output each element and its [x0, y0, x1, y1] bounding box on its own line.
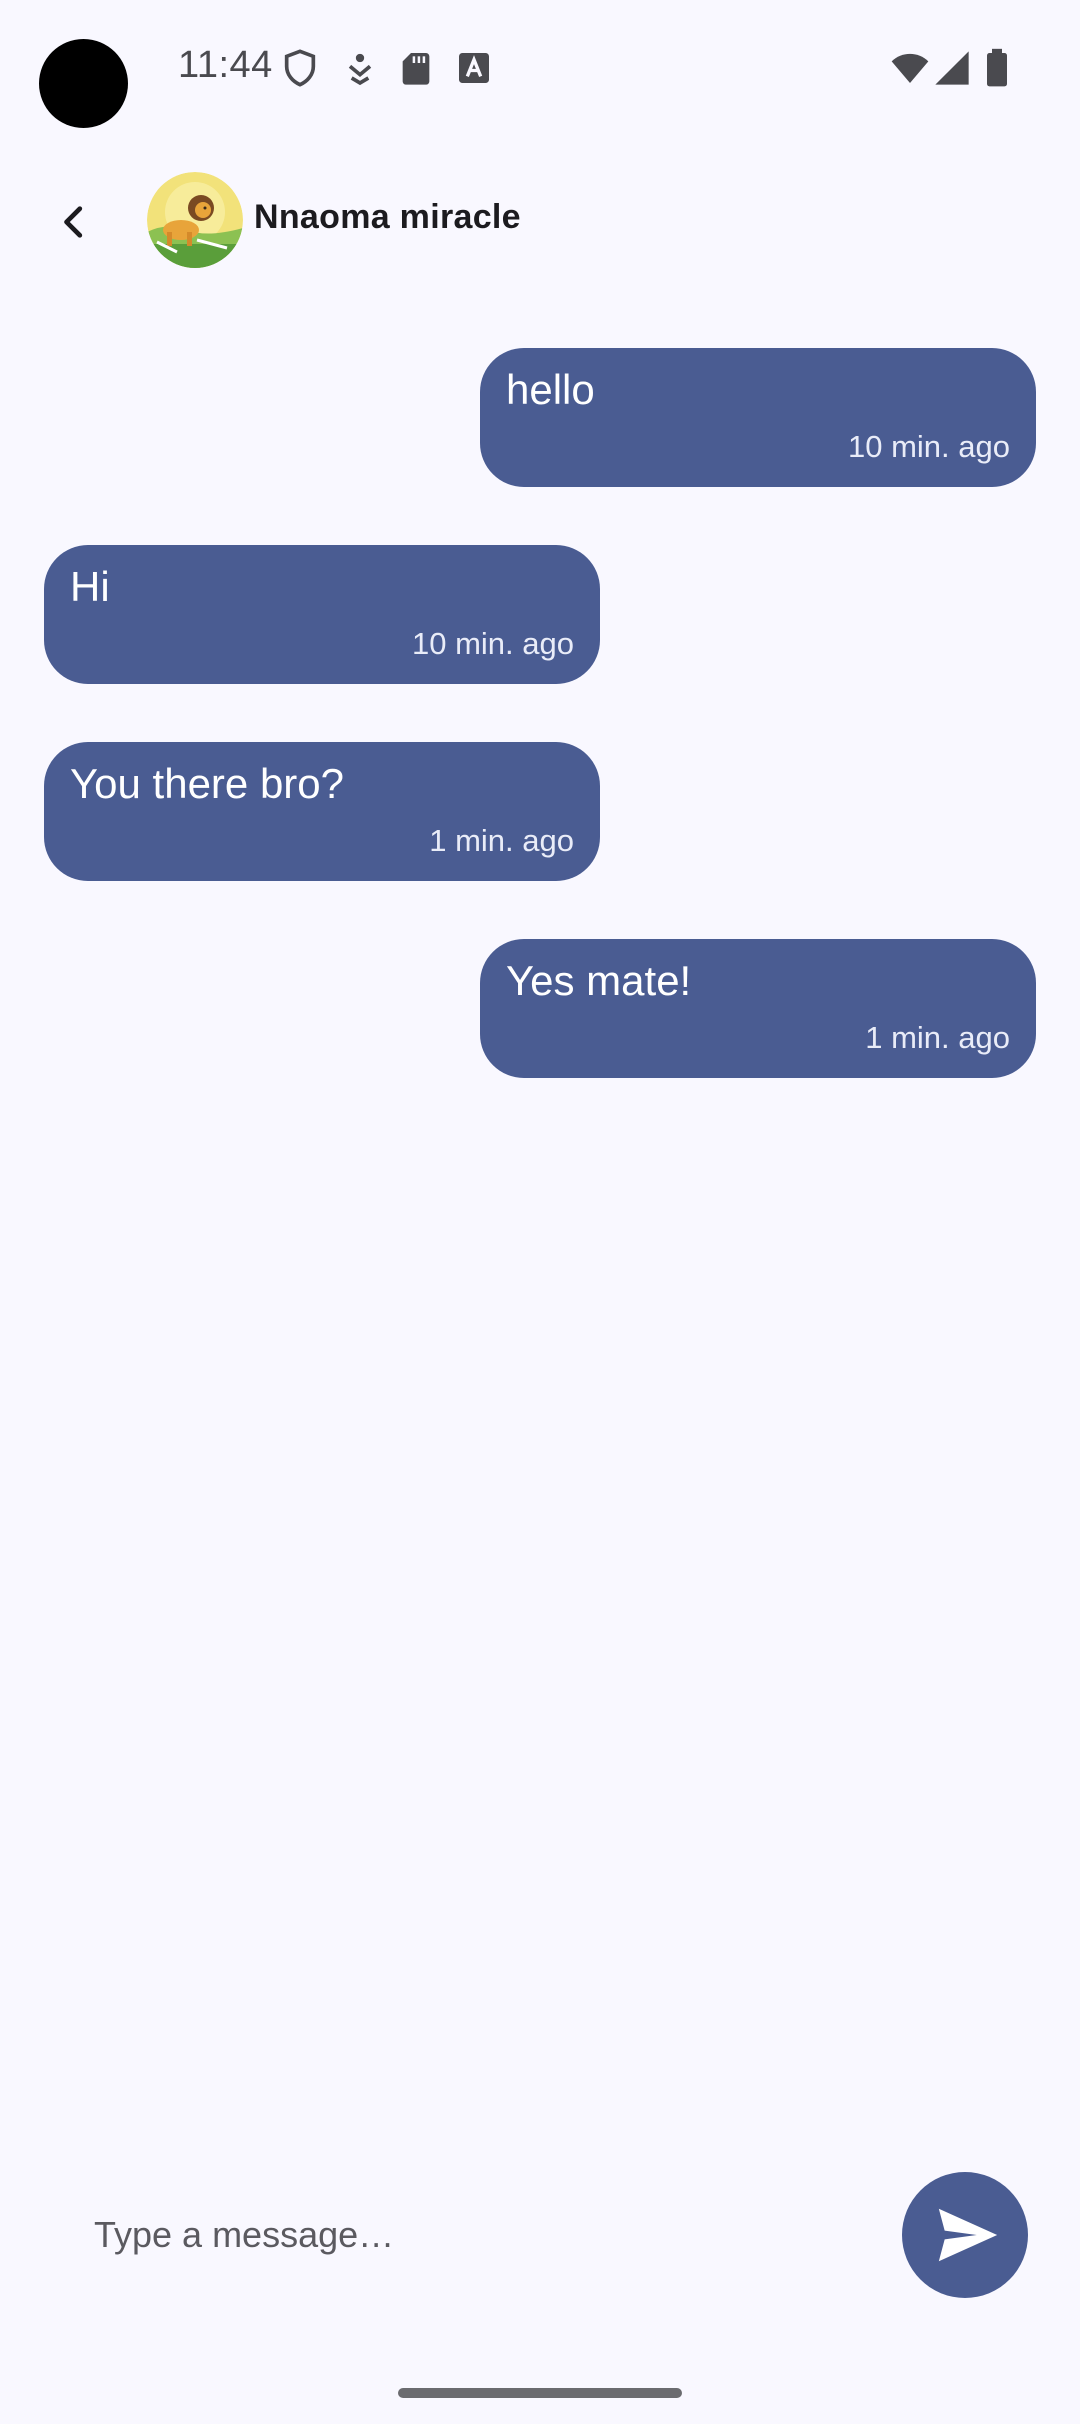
signal-icon: [930, 48, 974, 88]
text-a-icon: [454, 48, 494, 88]
battery-icon: [982, 48, 1012, 88]
contact-name[interactable]: Nnaoma miracle: [254, 198, 521, 237]
message-timestamp: 1 min. ago: [429, 823, 574, 858]
shield-icon: [280, 48, 320, 88]
message-text: Yes mate!: [506, 957, 692, 1004]
message-timestamp: 1 min. ago: [865, 1020, 1010, 1055]
message-input[interactable]: [60, 2200, 860, 2270]
message-timestamp: 10 min. ago: [412, 626, 574, 661]
send-button[interactable]: [902, 2172, 1028, 2298]
send-icon: [938, 2208, 998, 2262]
wifi-icon: [888, 48, 932, 88]
avatar[interactable]: [147, 172, 243, 268]
download-icon: [340, 48, 380, 88]
message-text: hello: [506, 366, 595, 413]
status-time: 11:44: [178, 44, 273, 86]
lion-avatar-icon: [147, 172, 243, 268]
app-bar: Nnaoma miracle: [0, 160, 1080, 280]
message-timestamp: 10 min. ago: [848, 429, 1010, 464]
message-bubble-incoming[interactable]: Hi 10 min. ago: [44, 545, 600, 684]
message-text: You there bro?: [70, 760, 345, 807]
message-text: Hi: [70, 563, 110, 610]
sd-card-icon: [396, 48, 436, 88]
back-button[interactable]: [44, 192, 104, 252]
status-bar: 11:44: [0, 0, 1080, 160]
gesture-navigation-bar[interactable]: [398, 2388, 682, 2398]
message-bubble-incoming[interactable]: You there bro? 1 min. ago: [44, 742, 600, 881]
message-bubble-outgoing[interactable]: Yes mate! 1 min. ago: [480, 939, 1036, 1078]
message-bubble-outgoing[interactable]: hello 10 min. ago: [480, 348, 1036, 487]
camera-cutout: [39, 39, 128, 128]
back-arrow-icon: [64, 206, 83, 238]
